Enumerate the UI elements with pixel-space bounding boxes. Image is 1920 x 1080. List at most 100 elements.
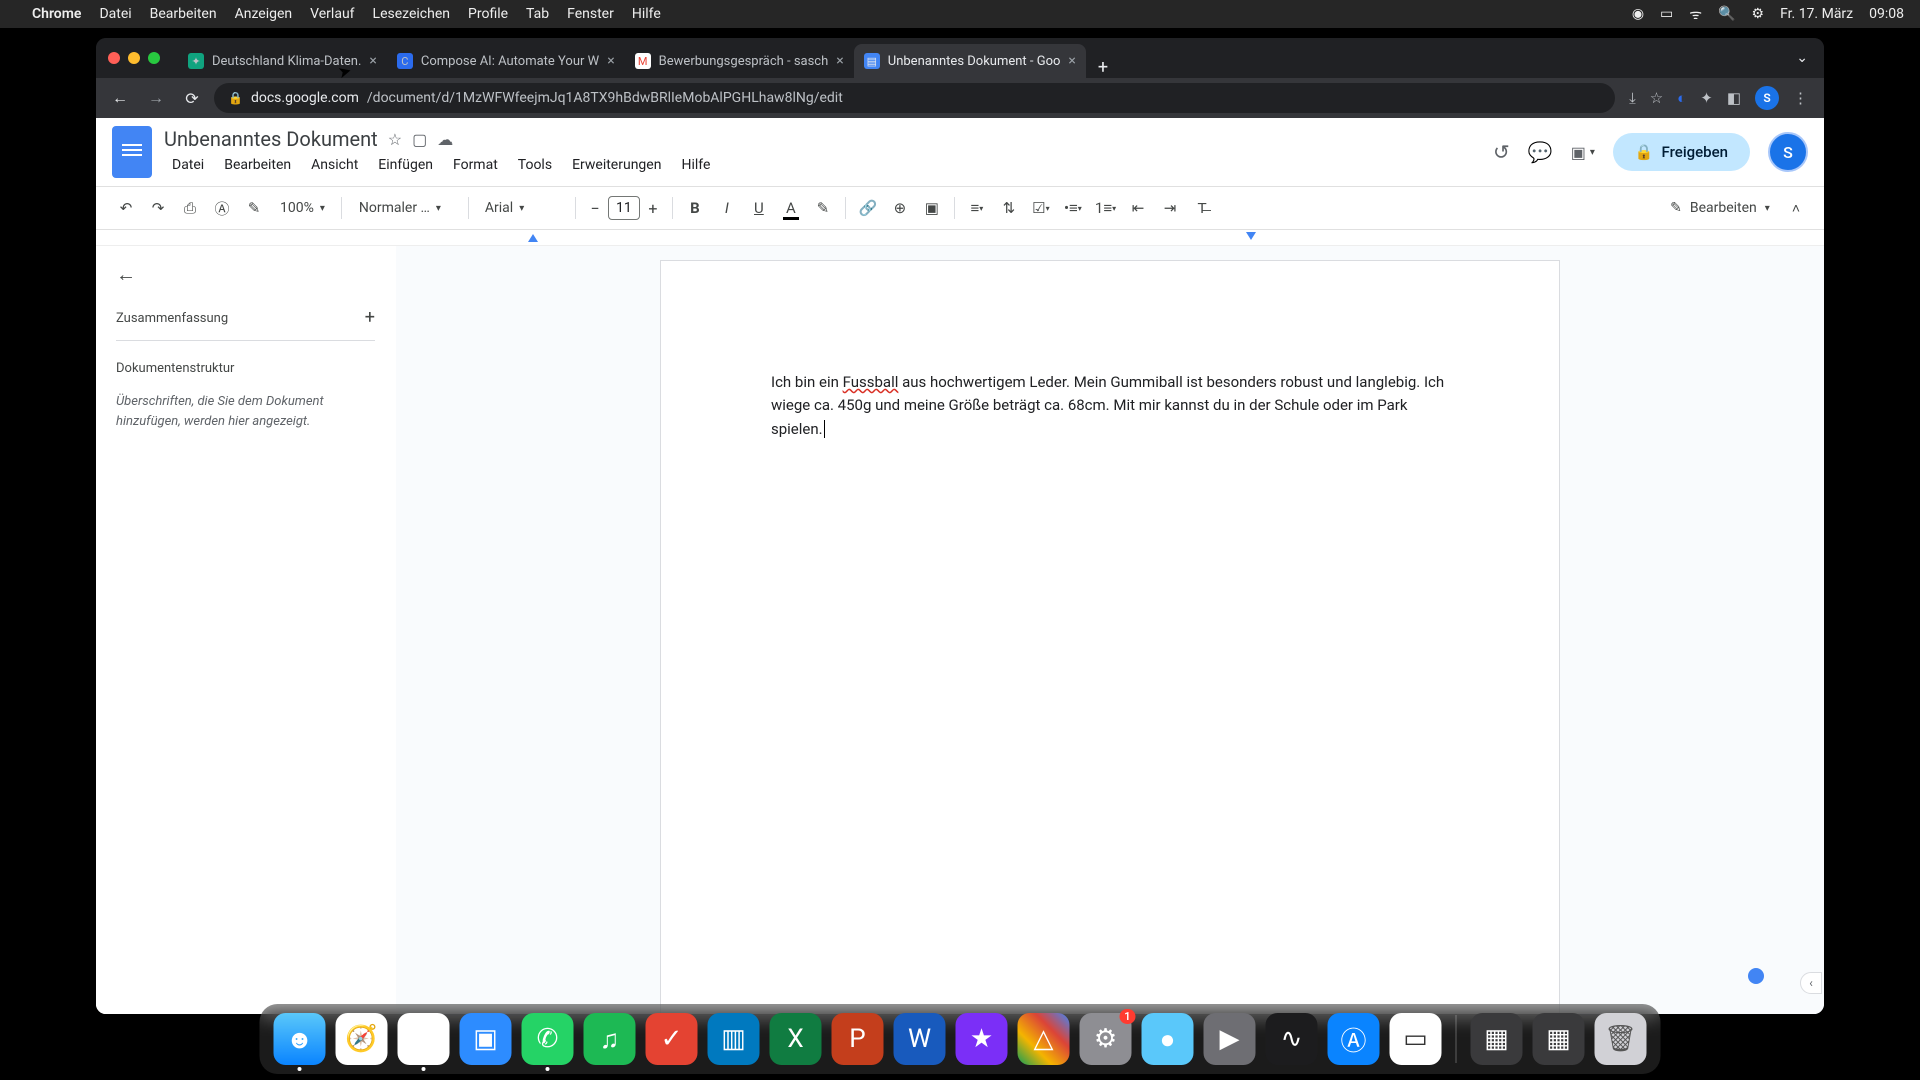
- checklist-button[interactable]: ☑▾: [1027, 194, 1055, 222]
- meet-button[interactable]: ▣▾: [1571, 143, 1595, 162]
- font-family-select[interactable]: Arial▾: [477, 194, 567, 222]
- line-spacing-button[interactable]: ⇅: [995, 194, 1023, 222]
- dock-chrome[interactable]: ◉: [398, 1013, 450, 1065]
- vertical-ruler[interactable]: [400, 260, 418, 1014]
- insert-comment-button[interactable]: ⊕: [886, 194, 914, 222]
- document-page[interactable]: Ich bin ein Fussball aus hochwertigem Le…: [660, 260, 1560, 1014]
- forward-button[interactable]: →: [142, 84, 170, 112]
- collapse-toolbar-button[interactable]: ˄: [1784, 200, 1808, 217]
- omnibox[interactable]: 🔒 docs.google.com/document/d/1MzWFWfeejm…: [214, 83, 1615, 113]
- spellcheck-button[interactable]: Ⓐ: [208, 194, 236, 222]
- window-maximize[interactable]: [148, 52, 160, 64]
- window-close[interactable]: [108, 52, 120, 64]
- docs-profile-avatar[interactable]: S: [1768, 132, 1808, 172]
- chrome-menu-icon[interactable]: ⋮: [1793, 89, 1808, 107]
- font-size-decrease[interactable]: −: [584, 197, 606, 219]
- spotlight-icon[interactable]: 🔍: [1718, 6, 1735, 22]
- paragraph-style-select[interactable]: Normaler …▾: [350, 194, 460, 222]
- text-color-button[interactable]: A: [777, 194, 805, 222]
- history-icon[interactable]: ↺: [1493, 140, 1510, 164]
- dock-word[interactable]: W: [894, 1013, 946, 1065]
- underline-button[interactable]: U: [745, 194, 773, 222]
- right-indent[interactable]: [1246, 232, 1256, 240]
- install-icon[interactable]: ⤓: [1629, 89, 1636, 107]
- comments-icon[interactable]: 💬: [1528, 140, 1553, 164]
- outline-close-button[interactable]: ←: [116, 262, 375, 287]
- dock-trello[interactable]: ▥: [708, 1013, 760, 1065]
- print-button[interactable]: ⎙: [176, 194, 204, 222]
- battery-icon[interactable]: ▭: [1660, 6, 1673, 22]
- add-summary-button[interactable]: +: [365, 307, 375, 328]
- page-scroll-area[interactable]: Ich bin ein Fussball aus hochwertigem Le…: [396, 246, 1824, 1014]
- misspelled-word[interactable]: Fussball: [843, 373, 899, 391]
- star-icon[interactable]: ☆: [388, 130, 402, 149]
- mac-menu-profile[interactable]: Profile: [468, 6, 508, 22]
- tab-2[interactable]: C Compose AI: Automate Your W ×: [387, 44, 625, 78]
- docs-menu-ansicht[interactable]: Ansicht: [303, 153, 366, 177]
- docs-menu-hilfe[interactable]: Hilfe: [673, 153, 718, 177]
- first-line-indent[interactable]: [528, 234, 538, 242]
- dock-voice-memos[interactable]: ∿: [1266, 1013, 1318, 1065]
- dock-trash[interactable]: 🗑: [1595, 1013, 1647, 1065]
- italic-button[interactable]: I: [713, 194, 741, 222]
- insert-image-button[interactable]: ▣: [918, 194, 946, 222]
- mac-menu-anzeigen[interactable]: Anzeigen: [235, 6, 293, 22]
- dock-settings[interactable]: ⚙1: [1080, 1013, 1132, 1065]
- zoom-select[interactable]: 100%▾: [272, 194, 333, 222]
- dock-app2[interactable]: ▭: [1390, 1013, 1442, 1065]
- menubar-time[interactable]: 09:08: [1869, 6, 1904, 22]
- dock-safari[interactable]: 🧭: [336, 1013, 388, 1065]
- tab-2-close[interactable]: ×: [607, 53, 614, 69]
- font-size-increase[interactable]: +: [642, 197, 664, 219]
- clear-formatting-button[interactable]: T̶: [1188, 194, 1216, 222]
- editing-mode-button[interactable]: ✎ Bearbeiten ▾: [1660, 200, 1780, 216]
- wifi-icon[interactable]: ᯤ: [1689, 5, 1702, 24]
- back-button[interactable]: ←: [106, 84, 134, 112]
- mac-menu-tab[interactable]: Tab: [526, 6, 549, 22]
- menubar-date[interactable]: Fr. 17. März: [1780, 6, 1853, 22]
- bullet-list-button[interactable]: •≡▾: [1059, 194, 1087, 222]
- undo-button[interactable]: ↶: [112, 194, 140, 222]
- docs-menu-datei[interactable]: Datei: [164, 153, 212, 177]
- extensions-icon[interactable]: ✦: [1700, 89, 1713, 107]
- window-minimize[interactable]: [128, 52, 140, 64]
- paint-format-button[interactable]: ✎: [240, 194, 268, 222]
- mac-menu-verlauf[interactable]: Verlauf: [310, 6, 354, 22]
- mac-menu-lesezeichen[interactable]: Lesezeichen: [373, 6, 450, 22]
- numbered-list-button[interactable]: 1≡▾: [1091, 194, 1120, 222]
- dock-app1[interactable]: ●: [1142, 1013, 1194, 1065]
- explore-indicator[interactable]: [1748, 968, 1764, 984]
- side-panel-handle[interactable]: ‹: [1800, 972, 1822, 994]
- docs-menu-format[interactable]: Format: [445, 153, 506, 177]
- dock-zoom[interactable]: ▣: [460, 1013, 512, 1065]
- indent-decrease-button[interactable]: ⇤: [1124, 194, 1152, 222]
- dock-finder[interactable]: ☻: [274, 1013, 326, 1065]
- dock-excel[interactable]: X: [770, 1013, 822, 1065]
- tab-4-close[interactable]: ×: [1068, 53, 1075, 69]
- mac-menu-bearbeiten[interactable]: Bearbeiten: [150, 6, 217, 22]
- tabs-menu-button[interactable]: ⌄: [1796, 50, 1808, 66]
- chrome-profile-avatar[interactable]: S: [1755, 86, 1779, 110]
- docs-menu-erweiterungen[interactable]: Erweiterungen: [564, 153, 669, 177]
- insert-link-button[interactable]: 🔗: [854, 194, 882, 222]
- dock-spotify[interactable]: ♫: [584, 1013, 636, 1065]
- tab-3[interactable]: M Bewerbungsgespräch - sasch ×: [625, 44, 854, 78]
- move-icon[interactable]: ▢: [412, 130, 427, 149]
- dock-recent-1[interactable]: ▦: [1471, 1013, 1523, 1065]
- control-center-icon[interactable]: ⚙: [1752, 6, 1765, 22]
- highlight-button[interactable]: ✎: [809, 194, 837, 222]
- dock-appstore[interactable]: Ⓐ: [1328, 1013, 1380, 1065]
- new-tab-button[interactable]: +: [1098, 57, 1108, 78]
- document-title[interactable]: Unbenanntes Dokument: [164, 127, 378, 151]
- dock-todoist[interactable]: ✓: [646, 1013, 698, 1065]
- sidepanel-icon[interactable]: ◧: [1727, 89, 1741, 107]
- extension-compose-icon[interactable]: ◐: [1677, 89, 1686, 107]
- bold-button[interactable]: B: [681, 194, 709, 222]
- indent-increase-button[interactable]: ⇥: [1156, 194, 1184, 222]
- share-button[interactable]: 🔒 Freigeben: [1613, 133, 1750, 171]
- mac-app-name[interactable]: Chrome: [32, 6, 81, 22]
- horizontal-ruler[interactable]: [96, 230, 1824, 246]
- dock-quicktime[interactable]: ▶: [1204, 1013, 1256, 1065]
- tab-3-close[interactable]: ×: [836, 53, 843, 69]
- tab-1[interactable]: ✦ Deutschland Klima-Daten. ×: [178, 44, 387, 78]
